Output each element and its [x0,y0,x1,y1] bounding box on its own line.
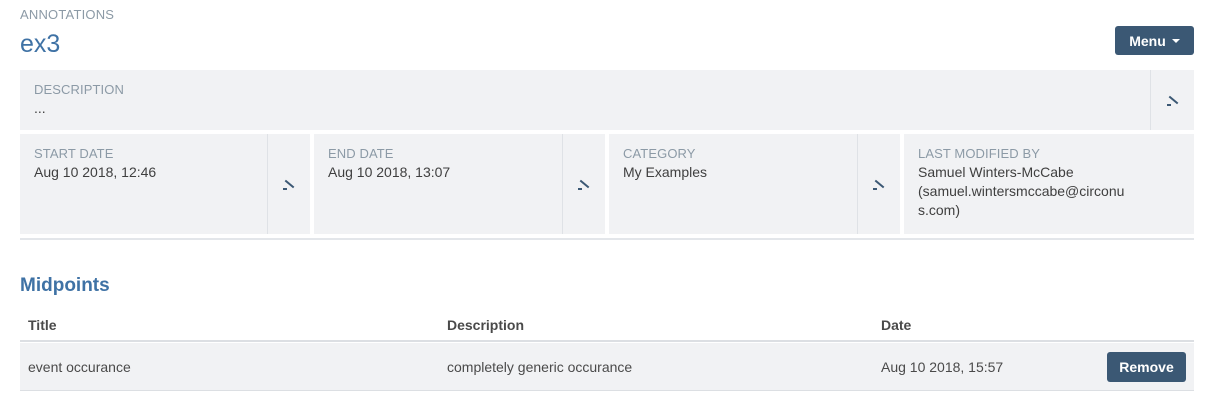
midpoints-table-header: Title Description Date [20,308,1194,342]
page-title: ex3 [20,30,61,58]
pencil-icon [578,178,590,190]
pencil-icon [873,178,885,190]
table-row: event occurance completely generic occur… [20,343,1194,391]
category-panel: CATEGORY My Examples [609,134,857,234]
start-date-value: Aug 10 2018, 12:46 [34,164,157,180]
last-modified-panel: LAST MODIFIED BY Samuel Winters-McCabe (… [904,134,1194,234]
remove-button[interactable]: Remove [1107,352,1186,382]
row-description: completely generic occurance [447,359,633,375]
row-title: event occurance [28,359,131,375]
menu-button-label: Menu [1129,32,1166,49]
midpoints-heading: Midpoints [20,275,110,296]
pencil-icon [1166,94,1179,106]
column-description: Description [447,317,525,333]
description-panel: DESCRIPTION ... [20,70,1150,130]
start-date-panel: START DATE Aug 10 2018, 12:46 [20,134,267,234]
menu-button[interactable]: Menu [1115,26,1194,55]
last-modified-value: Samuel Winters-McCabe (samuel.wintersmcc… [918,163,1180,220]
description-value: ... [34,100,46,116]
pencil-icon [283,178,295,190]
end-date-label: END DATE [328,146,394,161]
last-modified-label: LAST MODIFIED BY [918,146,1040,161]
row-date: Aug 10 2018, 15:57 [881,359,1004,375]
category-label: CATEGORY [623,146,696,161]
last-modified-email-line1: (samuel.wintersmccabe@circonu [918,183,1125,199]
category-value: My Examples [623,164,708,180]
end-date-panel: END DATE Aug 10 2018, 13:07 [314,134,562,234]
column-title: Title [28,317,57,333]
column-date: Date [881,317,912,333]
last-modified-name: Samuel Winters-McCabe [918,164,1074,180]
edit-description-button[interactable] [1150,70,1194,130]
last-modified-email-line2: s.com) [918,202,960,218]
end-date-value: Aug 10 2018, 13:07 [328,164,451,180]
caret-down-icon [1171,39,1180,43]
page-kicker: ANNOTATIONS [20,7,115,22]
description-label: DESCRIPTION [34,82,124,97]
start-date-label: START DATE [34,146,114,161]
section-divider [20,238,1194,240]
edit-end-date-button[interactable] [562,134,605,234]
edit-category-button[interactable] [857,134,900,234]
edit-start-date-button[interactable] [267,134,310,234]
